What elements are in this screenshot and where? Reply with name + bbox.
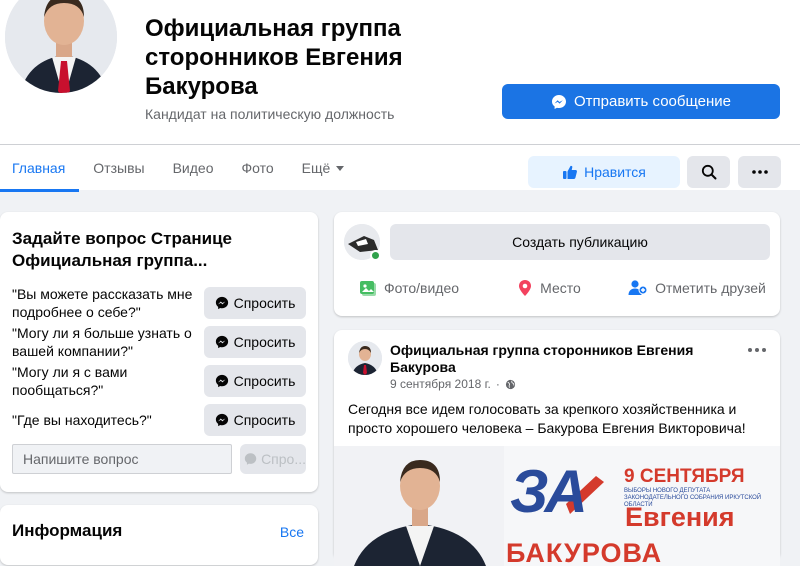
post-image[interactable]: ЗА 9 СЕНТЯБРЯ ВЫБОРЫ НОВОГО ДЕПУТАТА ЗАК…	[334, 446, 780, 566]
tab-photos[interactable]: Фото	[228, 145, 288, 190]
ask-button[interactable]: Спросить	[204, 365, 306, 397]
suggested-question: "Вы можете рассказать мне подробнее о се…	[12, 286, 193, 320]
tag-friends-label: Отметить друзей	[655, 280, 766, 296]
post-date[interactable]: 9 сентября 2018 г.	[390, 377, 491, 391]
messenger-icon	[215, 335, 228, 349]
more-dots-icon	[751, 170, 768, 174]
globe-icon	[505, 379, 515, 389]
tab-home[interactable]: Главная	[0, 145, 80, 192]
caret-down-icon	[336, 166, 345, 171]
ask-button-label: Спросить	[233, 334, 296, 350]
ask-submit-label: Спро...	[261, 451, 306, 467]
poster-name: Евгения	[625, 502, 735, 532]
like-page-button[interactable]: Нравится	[528, 156, 680, 188]
info-card: Информация Все	[0, 505, 318, 565]
info-title: Информация	[12, 521, 123, 540]
person-portrait-icon	[5, 0, 117, 93]
messenger-icon	[215, 296, 228, 310]
post-options-button[interactable]	[748, 348, 766, 352]
question-input[interactable]	[12, 444, 232, 474]
post-author-avatar[interactable]	[348, 341, 382, 375]
post-card: Официальная группа сторонников Евгения Б…	[334, 330, 780, 566]
suggested-question: "Могу ли я больше узнать о вашей компани…	[12, 325, 192, 359]
meta-separator: ·	[495, 377, 500, 391]
messenger-icon	[551, 94, 566, 109]
dot-icon	[755, 348, 759, 352]
location-button[interactable]: Место	[484, 272, 614, 304]
poster-date: 9 СЕНТЯБРЯ	[624, 466, 745, 487]
dot-icon	[748, 348, 752, 352]
search-icon	[701, 164, 716, 180]
photo-video-label: Фото/видео	[383, 280, 460, 296]
person-portrait-icon	[348, 341, 382, 375]
ask-button-label: Спросить	[233, 295, 296, 311]
search-page-button[interactable]	[687, 156, 730, 188]
ask-card-title: Задайте вопрос Странице Официальная груп…	[12, 229, 232, 270]
poster-surname: БАКУРОВА	[506, 538, 663, 566]
online-status-dot	[370, 250, 381, 261]
suggested-question: "Могу ли я с вами пообщаться?"	[12, 364, 128, 398]
tab-more[interactable]: Ещё	[288, 145, 359, 190]
more-options-button[interactable]	[738, 156, 781, 188]
ask-row: "Могу ли я больше узнать о вашей компани…	[12, 325, 306, 359]
send-message-button[interactable]: Отправить сообщение	[502, 84, 780, 119]
location-pin-icon	[519, 280, 532, 296]
ask-row: "Где вы находитесь?" Спросить	[12, 403, 306, 437]
post-meta: 9 сентября 2018 г. ·	[390, 377, 516, 391]
ask-button[interactable]: Спросить	[204, 287, 306, 319]
tab-reviews[interactable]: Отзывы	[79, 145, 158, 190]
post-author-name[interactable]: Официальная группа сторонников Евгения Б…	[390, 342, 720, 376]
tag-friends-button[interactable]: Отметить друзей	[614, 272, 780, 304]
ask-button[interactable]: Спросить	[204, 326, 306, 358]
page-title: Официальная группа сторонников Евгения Б…	[145, 15, 403, 100]
suggested-question: "Где вы находитесь?"	[12, 412, 152, 428]
poster-za-text: ЗА	[510, 458, 588, 525]
tab-videos[interactable]: Видео	[159, 145, 228, 190]
ask-question-card: Задайте вопрос Странице Официальная груп…	[0, 212, 318, 492]
photo-video-button[interactable]: Фото/видео	[334, 272, 484, 304]
page-tabs: Главная Отзывы Видео Фото Ещё	[0, 145, 359, 192]
send-message-label: Отправить сообщение	[573, 93, 731, 110]
ask-submit-button[interactable]: Спро...	[240, 444, 306, 474]
like-button-label: Нравится	[584, 164, 646, 180]
photo-icon	[359, 281, 376, 296]
tag-friends-icon	[628, 280, 648, 295]
create-post-card: Создать публикацию Фото/видео Место Отме…	[334, 212, 780, 316]
tab-more-label: Ещё	[301, 159, 331, 176]
create-post-input[interactable]: Создать публикацию	[390, 224, 770, 260]
messenger-icon	[244, 453, 257, 465]
ask-row: "Могу ли я с вами пообщаться?" Спросить	[12, 364, 306, 398]
page-profile-picture[interactable]	[2, 0, 120, 96]
ask-row: "Вы можете рассказать мне подробнее о се…	[12, 286, 306, 320]
ask-button[interactable]: Спросить	[204, 404, 306, 436]
messenger-icon	[215, 413, 228, 427]
location-label: Место	[540, 280, 581, 296]
page-header: Официальная группа сторонников Евгения Б…	[0, 0, 800, 192]
ask-button-label: Спросить	[233, 373, 296, 389]
dot-icon	[762, 348, 766, 352]
post-text: Сегодня все идем голосовать за крепкого …	[348, 401, 746, 436]
ask-button-label: Спросить	[233, 412, 296, 428]
page-category: Кандидат на политическую должность	[145, 106, 395, 122]
messenger-icon	[215, 374, 228, 388]
info-see-all-link[interactable]: Все	[280, 524, 304, 540]
composer-actions: Фото/видео Место Отметить друзей	[334, 272, 780, 304]
thumbs-up-icon	[563, 165, 578, 179]
